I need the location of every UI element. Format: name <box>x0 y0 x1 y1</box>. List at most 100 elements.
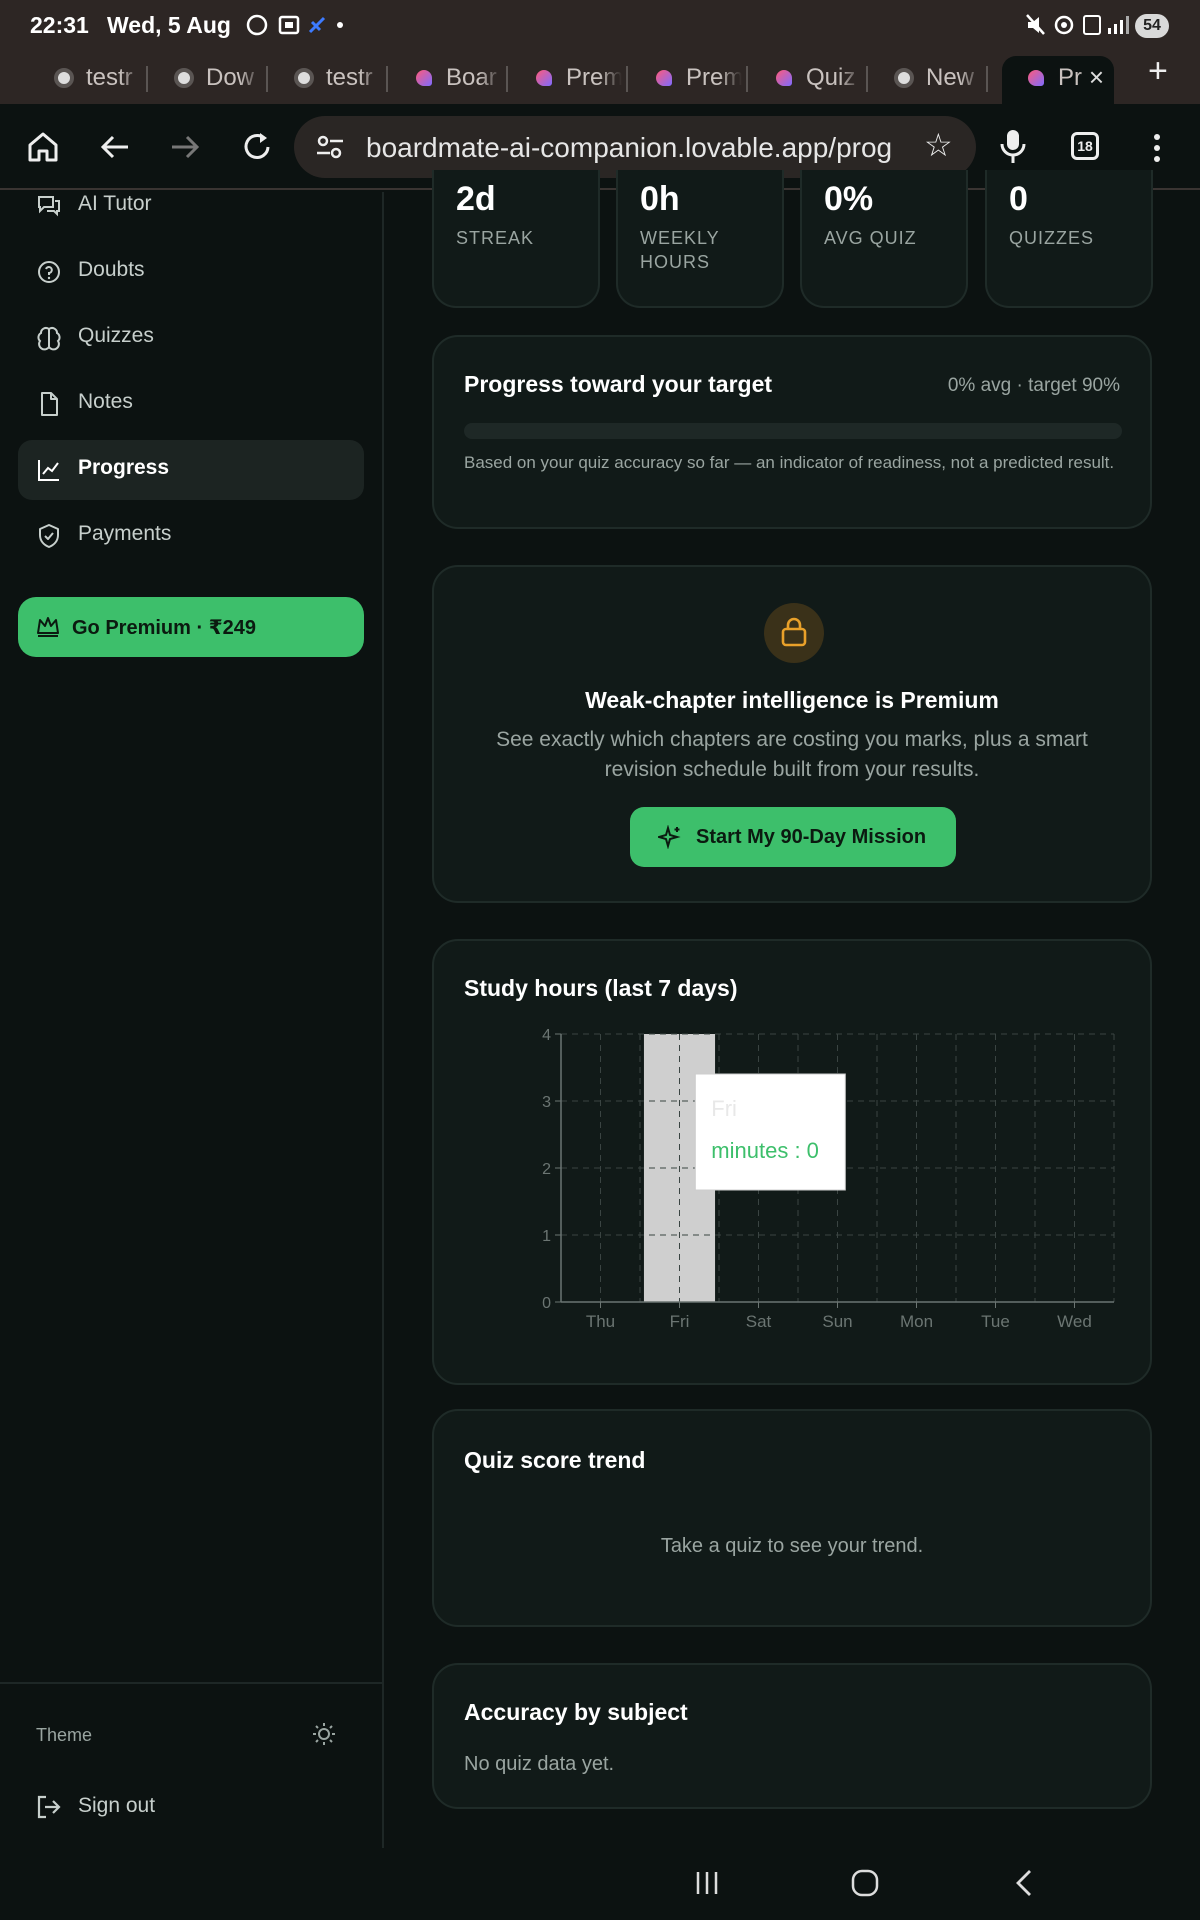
shield-icon <box>39 524 59 548</box>
y-tick-label: 4 <box>542 1027 551 1044</box>
x-tick-label: Sat <box>746 1312 772 1331</box>
go-premium-button[interactable]: Go Premium · ₹249 <box>18 597 364 657</box>
sidebar-divider <box>0 1682 384 1684</box>
sidebar-item-label: Doubts <box>78 258 145 281</box>
quiz-trend-empty: Take a quiz to see your trend. <box>660 1535 924 1557</box>
stat-label: AVG QUIZ <box>824 228 917 248</box>
chrome-favicon-icon <box>894 68 914 88</box>
premium-card-title: Weak-chapter intelligence is Premium <box>585 687 999 713</box>
sidebar-item-notes[interactable]: Notes <box>18 374 364 434</box>
stat-label: STREAK <box>456 228 535 248</box>
microphone-icon[interactable] <box>998 128 1028 166</box>
reload-icon[interactable] <box>240 130 274 164</box>
start-mission-button[interactable]: Start My 90-Day Mission <box>630 807 956 867</box>
recent-apps-icon[interactable] <box>694 1870 720 1896</box>
x-tick-label: Tue <box>981 1312 1010 1331</box>
premium-upsell-card: Weak-chapter intelligence is Premium See… <box>432 565 1152 903</box>
target-progress-track <box>464 423 1122 439</box>
brain-icon <box>37 327 61 351</box>
tab-title: Pr <box>1058 64 1082 91</box>
system-home-icon[interactable] <box>850 1868 880 1898</box>
theme-label: Theme <box>36 1725 93 1745</box>
system-back-icon[interactable] <box>1012 1868 1036 1898</box>
go-premium-label: Go Premium · ₹249 <box>72 617 256 639</box>
sidebar-item-label: Progress <box>78 456 170 479</box>
browser-tab[interactable]: Boar <box>390 56 508 100</box>
sidebar-item-progress[interactable]: Progress <box>18 440 364 500</box>
url-text[interactable]: boardmate-ai-companion.lovable.app/prog <box>366 132 906 164</box>
browser-tab[interactable]: Prem <box>510 56 628 100</box>
stat-value: 0% <box>824 180 874 218</box>
chrome-favicon-icon <box>294 68 314 88</box>
y-tick-label: 3 <box>542 1094 551 1111</box>
study-hours-card: Study hours (last 7 days) 0 1 2 3 4 Thu Fri Sat… <box>432 939 1152 1385</box>
sidebar-item-ai-tutor[interactable]: AI Tutor <box>18 176 364 236</box>
target-progress-card: Progress toward your target 0% avg · tar… <box>432 335 1152 529</box>
tab-title: Quiz <box>806 64 856 91</box>
battery-indicator: 54 <box>1135 14 1169 38</box>
tab-title: testr <box>86 64 133 91</box>
tab-separator <box>506 66 508 92</box>
status-time: 22:31 <box>30 12 89 38</box>
stat-label: WEEKLY HOURS <box>640 228 720 272</box>
bookmark-star-icon[interactable]: ☆ <box>924 126 953 164</box>
browser-tab[interactable]: Pr × <box>1002 56 1114 104</box>
back-icon[interactable] <box>98 130 132 164</box>
sidebar-item-quizzes[interactable]: Quizzes <box>18 308 364 368</box>
x-tick-label: Sun <box>822 1312 852 1331</box>
tab-separator <box>866 66 868 92</box>
browser-tab-strip: testr Dow testr Boar Prem Prem Quiz New Pr × <box>0 48 1200 104</box>
accuracy-empty: No quiz data yet. <box>464 1753 615 1775</box>
tab-title: Dow <box>206 64 255 91</box>
status-date: Wed, 5 Aug <box>107 12 231 38</box>
sun-icon[interactable] <box>312 1722 336 1746</box>
sign-out-icon <box>37 1795 61 1819</box>
notification-icons <box>246 14 343 36</box>
lock-badge <box>764 603 824 663</box>
target-note: Based on your quiz accuracy so far — an … <box>464 453 1115 472</box>
browser-tab[interactable]: testr <box>270 56 388 100</box>
browser-tab[interactable]: Dow <box>150 56 268 100</box>
site-settings-icon[interactable] <box>316 134 344 160</box>
sidebar-item-label: AI Tutor <box>78 192 152 215</box>
sign-out-button[interactable]: Sign out <box>36 1788 336 1828</box>
tab-separator <box>386 66 388 92</box>
accuracy-card: Accuracy by subject No quiz data yet. <box>432 1663 1152 1809</box>
home-icon[interactable] <box>26 130 60 164</box>
browser-tab[interactable]: testr <box>30 56 148 100</box>
target-meta: 0% avg · target 90% <box>947 375 1120 396</box>
tooltip-title: Fri <box>711 1096 737 1121</box>
tab-close-icon[interactable]: × <box>1089 62 1104 93</box>
chrome-favicon-icon <box>174 68 194 88</box>
lovable-favicon-icon <box>656 70 672 86</box>
y-tick-label: 1 <box>542 1228 551 1245</box>
tab-title: Prem <box>566 64 622 91</box>
chart-tooltip <box>694 1073 846 1191</box>
sidebar-item-payments[interactable]: Payments <box>18 506 364 566</box>
menu-dots-icon[interactable] <box>1150 132 1164 164</box>
y-tick-label: 0 <box>542 1295 551 1312</box>
tab-separator <box>986 66 988 92</box>
sidebar-item-label: Quizzes <box>78 324 154 347</box>
lovable-favicon-icon <box>416 70 432 86</box>
system-icons <box>1026 14 1129 35</box>
browser-tab[interactable]: Quiz <box>750 56 868 100</box>
x-tick-label: Wed <box>1057 1312 1092 1331</box>
system-nav-bar <box>0 1848 1200 1920</box>
new-tab-button[interactable]: + <box>1148 52 1168 91</box>
stat-card: 0% AVG QUIZ <box>800 170 968 308</box>
browser-tab[interactable]: Prem <box>630 56 748 100</box>
stat-card: 2d STREAK <box>432 170 600 308</box>
address-bar[interactable]: boardmate-ai-companion.lovable.app/prog … <box>294 116 976 178</box>
forward-icon <box>172 135 200 159</box>
browser-tab[interactable]: New <box>870 56 988 100</box>
tab-switcher-button[interactable]: 18 <box>1071 132 1099 160</box>
sidebar-item-doubts[interactable]: Doubts <box>18 242 364 302</box>
premium-card-desc: See exactly which chapters are costing y… <box>496 728 1088 781</box>
tab-title: New <box>926 64 975 91</box>
tab-title: Boar <box>446 64 497 91</box>
stat-value: 2d <box>456 180 496 218</box>
tab-title: testr <box>326 64 373 91</box>
file-icon <box>41 392 58 416</box>
sidebar-item-label: Payments <box>78 522 172 545</box>
